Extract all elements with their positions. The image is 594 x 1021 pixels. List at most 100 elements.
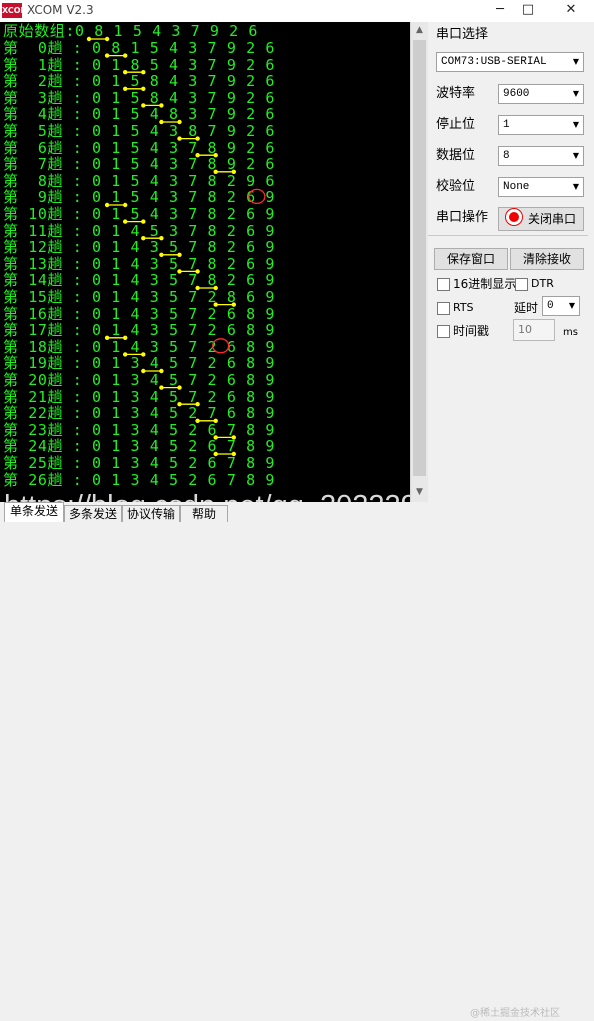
swap-dot bbox=[195, 153, 200, 158]
swap-dot bbox=[123, 352, 128, 357]
rts-checkbox[interactable] bbox=[437, 302, 450, 315]
baud-label: 波特率 bbox=[436, 86, 476, 101]
swap-dot bbox=[141, 368, 146, 374]
tab-protocol[interactable]: 协议传输 bbox=[122, 505, 180, 522]
chevron-down-icon: ▼ bbox=[572, 120, 579, 129]
chevron-down-icon: ▼ bbox=[572, 57, 579, 66]
swap-dot bbox=[141, 70, 146, 75]
swap-dot bbox=[231, 435, 236, 440]
app-logo-icon: XCOM bbox=[2, 3, 29, 18]
highlight-circle bbox=[248, 188, 266, 205]
stopbit-select[interactable]: 1 ▼ bbox=[498, 115, 584, 135]
scroll-thumb[interactable] bbox=[413, 40, 426, 476]
window-title: XCOM V2.3 bbox=[27, 3, 94, 17]
tab-single-send[interactable]: 单条发送 bbox=[4, 502, 64, 522]
swap-dot bbox=[159, 103, 164, 108]
timestamp-interval-input[interactable]: 10 bbox=[513, 319, 555, 341]
swap-dot bbox=[195, 136, 200, 141]
stopbit-select-value: 1 bbox=[503, 119, 510, 131]
close-window-button[interactable]: ✕ bbox=[548, 0, 594, 20]
timestamp-unit: ms bbox=[563, 327, 578, 338]
close-port-button[interactable]: 关闭串口 bbox=[498, 207, 584, 231]
swap-dot bbox=[104, 53, 110, 58]
swap-dot bbox=[86, 36, 92, 42]
swap-dot bbox=[159, 368, 164, 374]
swap-dot bbox=[195, 402, 200, 407]
swap-dot bbox=[213, 302, 218, 307]
timestamp-label: 时间戳 bbox=[453, 324, 490, 338]
dtr-label: DTR bbox=[531, 277, 554, 290]
swap-dot bbox=[177, 402, 182, 407]
swap-dot bbox=[141, 86, 146, 92]
parity-select[interactable]: None ▼ bbox=[498, 177, 584, 197]
swap-dot bbox=[213, 451, 218, 457]
port-op-label: 串口操作 bbox=[436, 210, 489, 225]
swap-dot bbox=[213, 435, 218, 440]
swap-dot bbox=[123, 202, 128, 208]
timestamp-checkbox[interactable] bbox=[437, 325, 450, 338]
swap-dot bbox=[159, 252, 164, 257]
tab-multi-send[interactable]: 多条发送 bbox=[64, 505, 122, 522]
hex-display-checkbox[interactable] bbox=[437, 278, 450, 291]
swap-dot bbox=[177, 269, 182, 274]
swap-dot bbox=[123, 53, 128, 58]
chevron-down-icon: ▼ bbox=[572, 151, 579, 160]
swap-dot bbox=[177, 119, 182, 125]
scroll-up-icon[interactable]: ▲ bbox=[411, 22, 428, 39]
receive-console[interactable]: 原始数组:0 8 1 5 4 3 7 9 2 6 第 0趟 : 0 8 1 5 … bbox=[0, 22, 410, 502]
baud-select-value: 9600 bbox=[503, 88, 530, 100]
port-status-icon bbox=[505, 209, 522, 225]
databit-label: 数据位 bbox=[436, 148, 476, 163]
settings-panel: 串口选择 COM73:USB-SERIAL ▼ 波特率 9600 ▼ 停止位 1… bbox=[428, 22, 594, 502]
swap-dot bbox=[213, 169, 218, 174]
port-select-value: COM73:USB-SERIAL bbox=[441, 56, 547, 68]
swap-dot bbox=[195, 285, 200, 291]
swap-dot bbox=[159, 236, 164, 241]
port-select-label: 串口选择 bbox=[436, 27, 489, 42]
port-select[interactable]: COM73:USB-SERIAL ▼ bbox=[436, 52, 584, 72]
swap-dot bbox=[123, 70, 128, 75]
rts-label: RTS bbox=[453, 301, 474, 314]
swap-dot bbox=[123, 219, 128, 224]
minimize-button[interactable]: ─ bbox=[486, 0, 514, 20]
panel-divider bbox=[428, 235, 588, 236]
parity-label: 校验位 bbox=[436, 179, 476, 194]
maximize-button[interactable]: □ bbox=[514, 0, 542, 20]
swap-dot bbox=[177, 136, 182, 141]
swap-dot bbox=[123, 335, 128, 340]
swap-dot bbox=[231, 451, 236, 457]
swap-dot bbox=[123, 86, 128, 92]
stopbit-label: 停止位 bbox=[436, 117, 476, 132]
swap-dot bbox=[177, 385, 182, 390]
close-port-label: 关闭串口 bbox=[527, 212, 576, 226]
delay-select-value: 0 bbox=[547, 300, 554, 312]
annotation-marks bbox=[86, 36, 266, 457]
swap-dot bbox=[141, 236, 146, 241]
save-window-button[interactable]: 保存窗口 bbox=[434, 248, 508, 270]
scroll-down-icon[interactable]: ▼ bbox=[411, 484, 428, 501]
clear-receive-button[interactable]: 清除接收 bbox=[510, 248, 584, 270]
delay-select[interactable]: 0 ▼ bbox=[542, 296, 580, 316]
delay-label: 延时 bbox=[514, 301, 539, 315]
console-scrollbar[interactable]: ▲ ▼ bbox=[410, 22, 428, 502]
tab-help[interactable]: 帮助 bbox=[180, 505, 228, 522]
databit-select-value: 8 bbox=[503, 150, 510, 162]
swap-dot bbox=[141, 103, 146, 108]
swap-dot bbox=[104, 202, 110, 208]
swap-dot bbox=[177, 252, 182, 257]
swap-dot bbox=[104, 36, 110, 42]
dtr-checkbox[interactable] bbox=[515, 278, 528, 291]
swap-dot bbox=[231, 169, 236, 174]
swap-dot bbox=[213, 285, 218, 291]
title-bar: XCOM XCOM V2.3 ─ □ ✕ bbox=[0, 0, 594, 22]
swap-dot bbox=[213, 153, 218, 158]
swap-dot bbox=[213, 418, 218, 423]
site-credit: @稀土掘金技术社区 bbox=[470, 1008, 560, 1019]
swap-dot bbox=[231, 302, 236, 307]
swap-dot bbox=[141, 219, 146, 224]
swap-dot bbox=[104, 335, 110, 340]
chevron-down-icon: ▼ bbox=[568, 301, 575, 310]
chevron-down-icon: ▼ bbox=[572, 89, 579, 98]
databit-select[interactable]: 8 ▼ bbox=[498, 146, 584, 166]
baud-select[interactable]: 9600 ▼ bbox=[498, 84, 584, 104]
